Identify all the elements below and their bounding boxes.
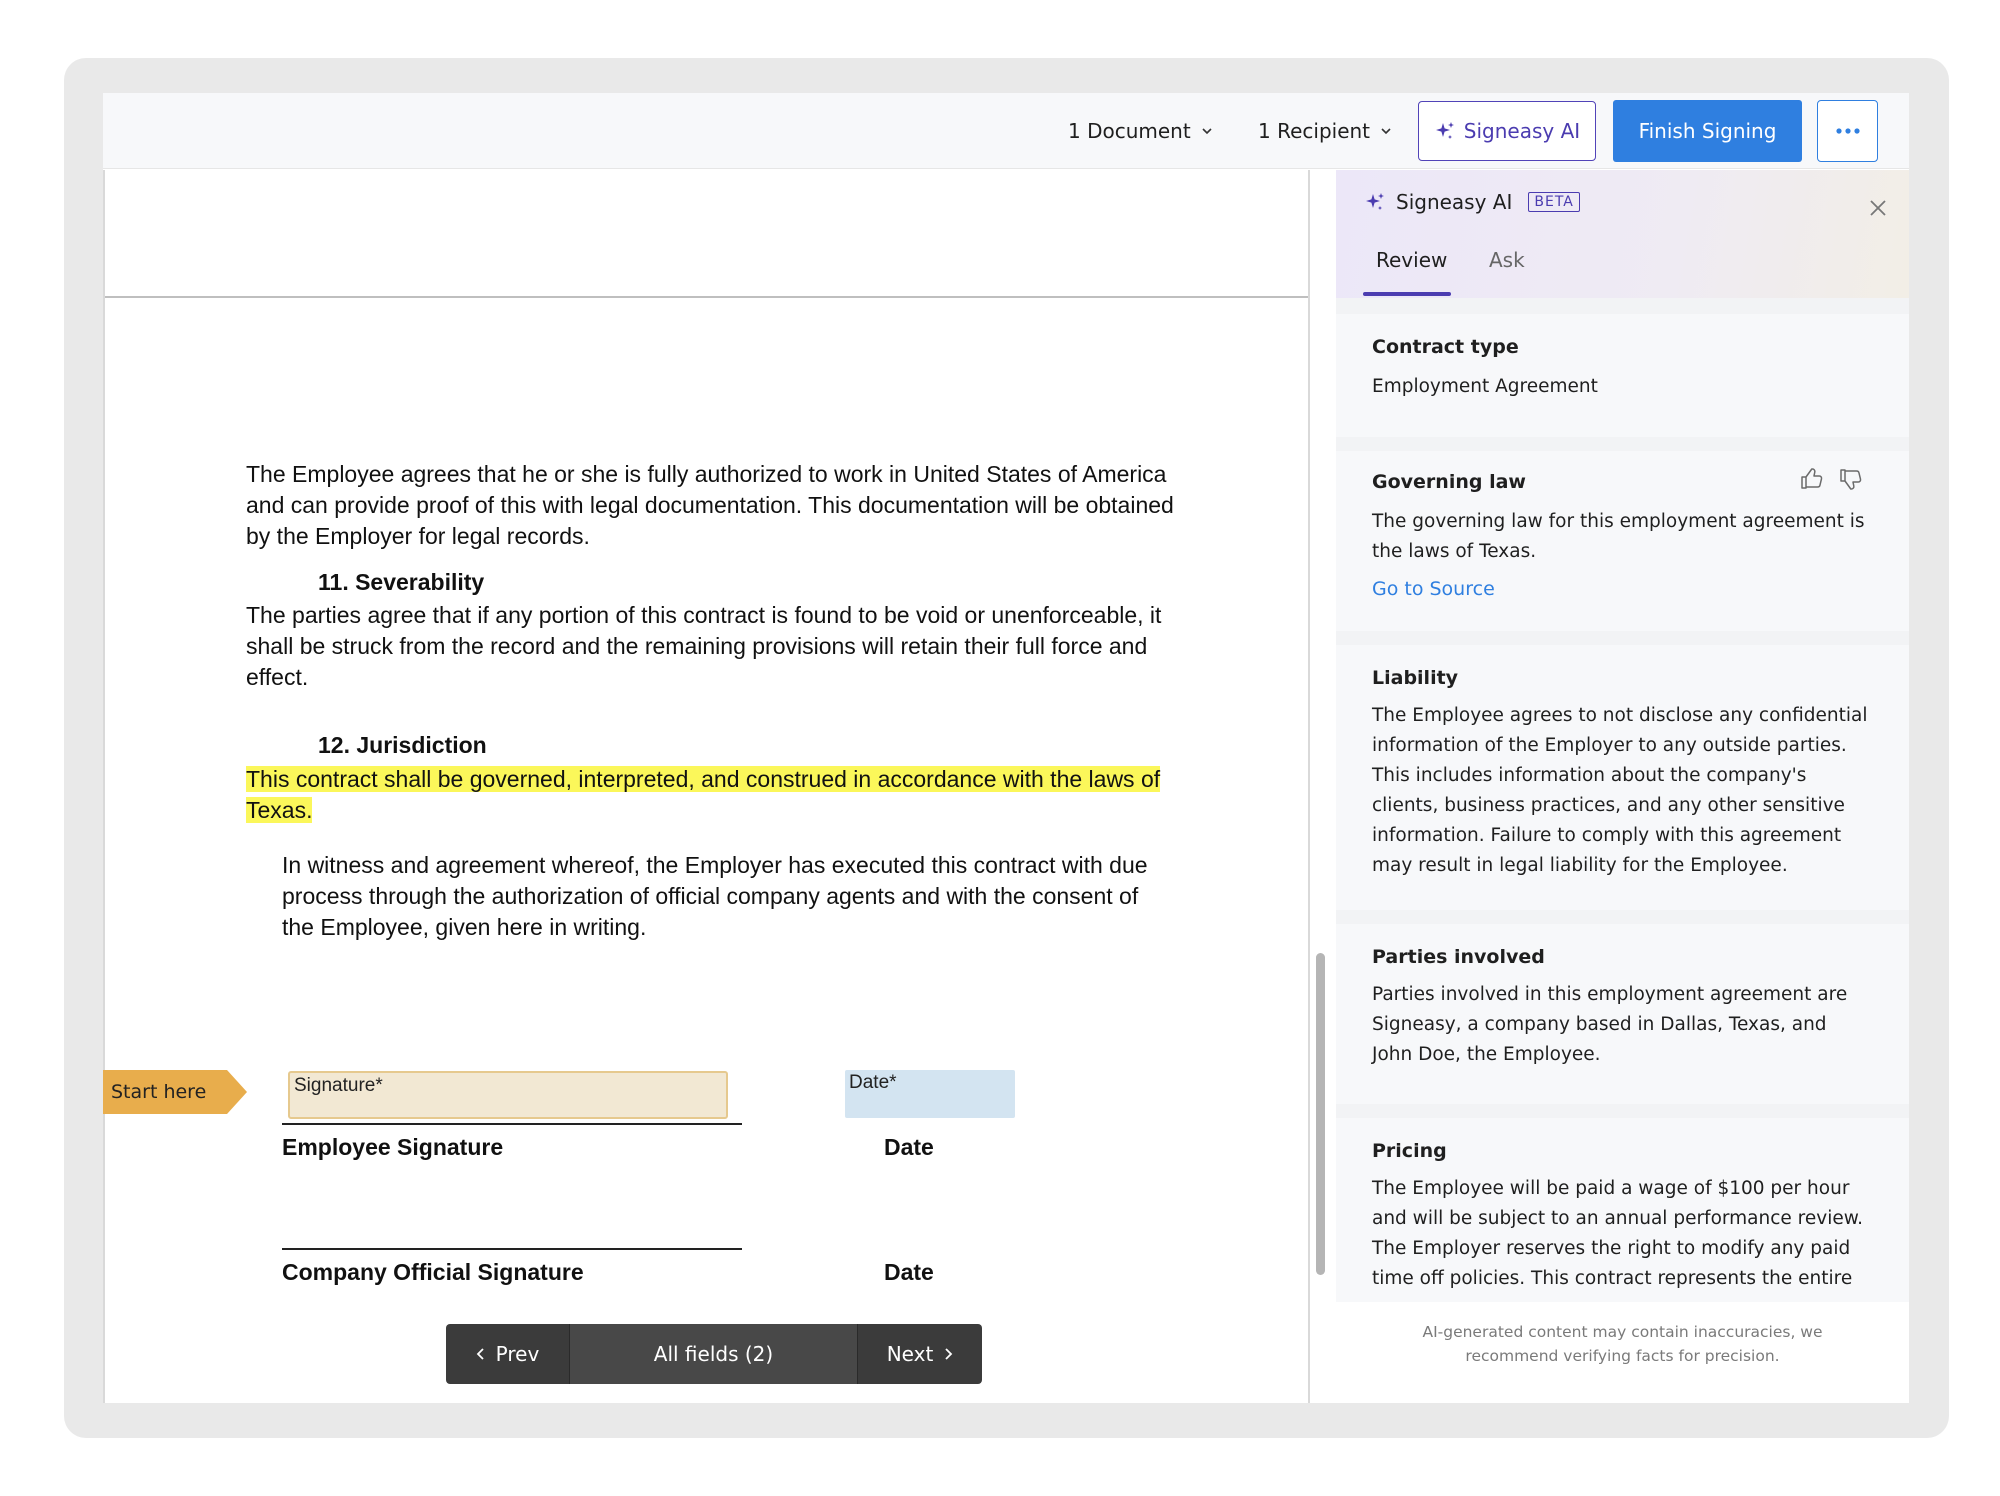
- ai-disclaimer-text: AI-generated content may contain inaccur…: [1422, 1323, 1823, 1365]
- review-card-governing-law: Governing law The governing law for this…: [1336, 451, 1909, 631]
- panel-header: Signeasy AI BETA Review Ask: [1336, 170, 1909, 298]
- review-card-parties: Parties involved Parties involved in thi…: [1336, 924, 1909, 1104]
- field-navigator: Prev All fields (2) Next: [446, 1324, 982, 1384]
- thumbs-down-icon[interactable]: [1838, 466, 1864, 492]
- signing-window: 1 Document 1 Recipient Signeasy AI Finis…: [103, 93, 1909, 1403]
- card-title: Pricing: [1372, 1140, 1447, 1162]
- next-field-label: Next: [886, 1342, 934, 1366]
- review-card-contract-type: Contract type Employment Agreement: [1336, 314, 1909, 437]
- document-scrollbar[interactable]: [1316, 953, 1325, 1275]
- company-date-label: Date: [884, 1259, 934, 1285]
- start-here-label: Start here: [111, 1081, 207, 1103]
- prev-field-label: Prev: [495, 1342, 540, 1366]
- document-viewer: The Employee agrees that he or she is fu…: [103, 170, 1310, 1403]
- chevron-down-icon: [1381, 128, 1391, 135]
- date-field[interactable]: Date*: [845, 1070, 1015, 1118]
- company-signature-label: Company Official Signature: [282, 1259, 584, 1285]
- employee-signature-line: [282, 1123, 742, 1125]
- top-toolbar: 1 Document 1 Recipient Signeasy AI Finis…: [103, 93, 1909, 169]
- date-field-label: Date*: [849, 1072, 897, 1093]
- card-text: The Employee will be paid a wage of $100…: [1372, 1178, 1864, 1289]
- finish-signing-button[interactable]: Finish Signing: [1613, 100, 1802, 162]
- page-right-border: [1308, 170, 1310, 1403]
- card-text: The Employee agrees to not disclose any …: [1372, 705, 1868, 876]
- recipients-dropdown-label: 1 Recipient: [1258, 119, 1371, 143]
- card-text: Employment Agreement: [1372, 376, 1598, 397]
- active-tab-indicator: [1363, 292, 1451, 296]
- tab-ask[interactable]: Ask: [1489, 248, 1525, 272]
- employee-signature-label: Employee Signature: [282, 1134, 504, 1160]
- chevron-down-icon: [1202, 128, 1212, 135]
- chevron-right-icon: [945, 1348, 953, 1360]
- tab-review[interactable]: Review: [1376, 248, 1447, 272]
- card-title: Contract type: [1372, 336, 1519, 358]
- sparkle-icon: [1366, 193, 1384, 210]
- witness-paragraph: In witness and agreement whereof, the Em…: [282, 852, 1148, 940]
- card-text: The governing law for this employment ag…: [1372, 511, 1865, 562]
- ellipsis-icon: [1835, 128, 1860, 134]
- panel-title-text: Signeasy AI: [1396, 190, 1513, 214]
- thumbs-up-icon[interactable]: [1799, 466, 1825, 492]
- all-fields-button[interactable]: All fields (2): [570, 1324, 858, 1384]
- employee-date-label: Date: [884, 1134, 934, 1160]
- all-fields-label: All fields (2): [653, 1342, 774, 1366]
- prev-field-button[interactable]: Prev: [446, 1324, 570, 1384]
- start-here-tag[interactable]: Start here: [103, 1070, 247, 1114]
- signeasy-ai-button-label: Signeasy AI: [1463, 119, 1581, 143]
- authorization-paragraph: The Employee agrees that he or she is fu…: [246, 461, 1174, 549]
- signeasy-ai-button[interactable]: Signeasy AI: [1418, 101, 1596, 161]
- recipients-dropdown[interactable]: 1 Recipient: [1258, 113, 1392, 149]
- close-icon[interactable]: [1866, 196, 1890, 220]
- card-text: Parties involved in this employment agre…: [1372, 984, 1848, 1065]
- previous-page-bottom: [105, 170, 1310, 298]
- documents-dropdown[interactable]: 1 Document: [1068, 113, 1213, 149]
- review-card-liability: Liability The Employee agrees to not dis…: [1336, 645, 1909, 910]
- card-title: Parties involved: [1372, 946, 1545, 968]
- highlighted-text: This contract shall be governed, interpr…: [246, 766, 1161, 823]
- severability-paragraph: The parties agree that if any portion of…: [246, 602, 1162, 690]
- card-title: Governing law: [1372, 471, 1526, 493]
- ai-disclaimer: AI-generated content may contain inaccur…: [1336, 1302, 1909, 1403]
- jurisdiction-heading: 12. Jurisdiction: [318, 732, 487, 758]
- company-signature-line: [282, 1248, 742, 1250]
- more-options-button[interactable]: [1817, 100, 1878, 162]
- page-left-border: [103, 170, 105, 1403]
- review-card-pricing: Pricing The Employee will be paid a wage…: [1336, 1118, 1909, 1318]
- sparkle-icon: [1435, 122, 1454, 139]
- jurisdiction-paragraph: This contract shall be governed, interpr…: [246, 764, 1186, 826]
- signature-field[interactable]: Signature*: [288, 1071, 728, 1119]
- panel-title: Signeasy AI BETA: [1364, 190, 1580, 214]
- next-field-button[interactable]: Next: [858, 1324, 982, 1384]
- signeasy-ai-panel: Signeasy AI BETA Review Ask Contract typ…: [1336, 170, 1909, 1403]
- severability-heading: 11. Severability: [318, 569, 485, 595]
- signature-field-label: Signature*: [294, 1075, 383, 1096]
- go-to-source-link[interactable]: Go to Source: [1372, 578, 1495, 600]
- beta-badge: BETA: [1528, 192, 1580, 212]
- card-title: Liability: [1372, 667, 1459, 689]
- chevron-left-icon: [476, 1348, 484, 1360]
- documents-dropdown-label: 1 Document: [1068, 119, 1191, 143]
